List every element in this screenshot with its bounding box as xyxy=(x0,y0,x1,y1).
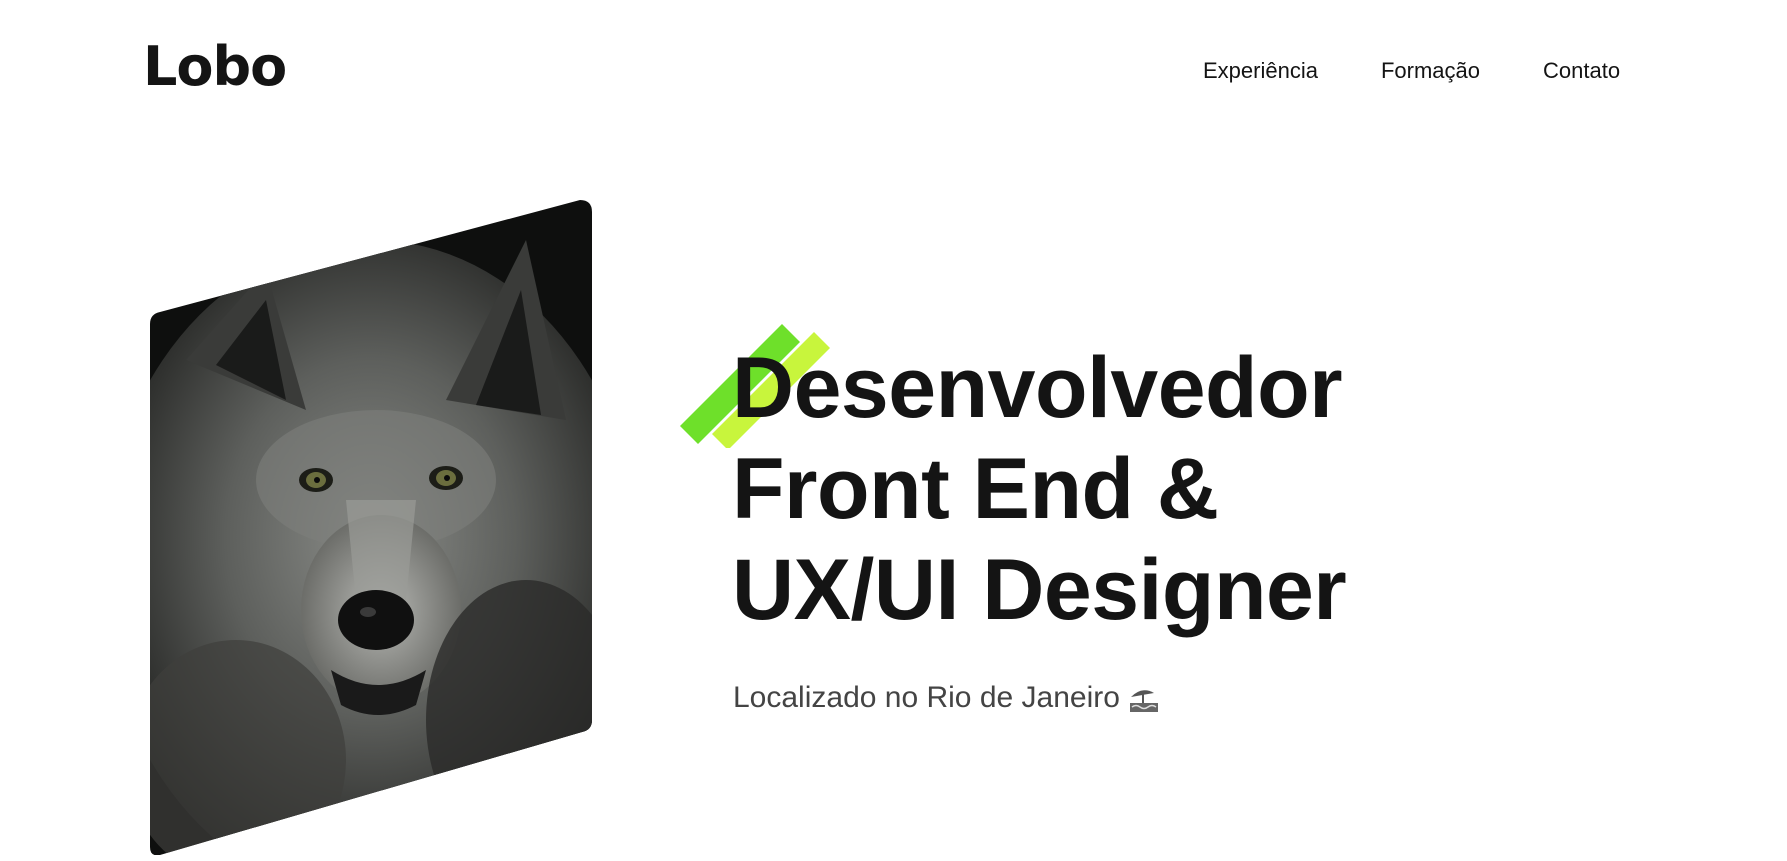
page: Lobo Experiência Formação Contato Desenv… xyxy=(0,0,1787,861)
location-line: Localizado no Rio de Janeiro xyxy=(733,683,1160,713)
location-text: Localizado no Rio de Janeiro xyxy=(733,681,1120,714)
headline-line-3: UX/UI Designer xyxy=(732,542,1347,638)
headline-line-2: Front End & xyxy=(732,441,1219,537)
headline-line-1: Desenvolvedor xyxy=(732,340,1343,436)
wolf-portrait-image xyxy=(146,200,601,855)
nav-link-contato[interactable]: Contato xyxy=(1543,60,1620,82)
beach-umbrella-icon xyxy=(1128,683,1160,713)
main-nav: Experiência Formação Contato xyxy=(1203,60,1620,82)
hero-headline: Desenvolvedor Front End & UX/UI Designer xyxy=(732,338,1347,641)
nav-link-formacao[interactable]: Formação xyxy=(1381,60,1480,82)
nav-link-experiencia[interactable]: Experiência xyxy=(1203,60,1318,82)
site-logo[interactable]: Lobo xyxy=(143,40,287,94)
